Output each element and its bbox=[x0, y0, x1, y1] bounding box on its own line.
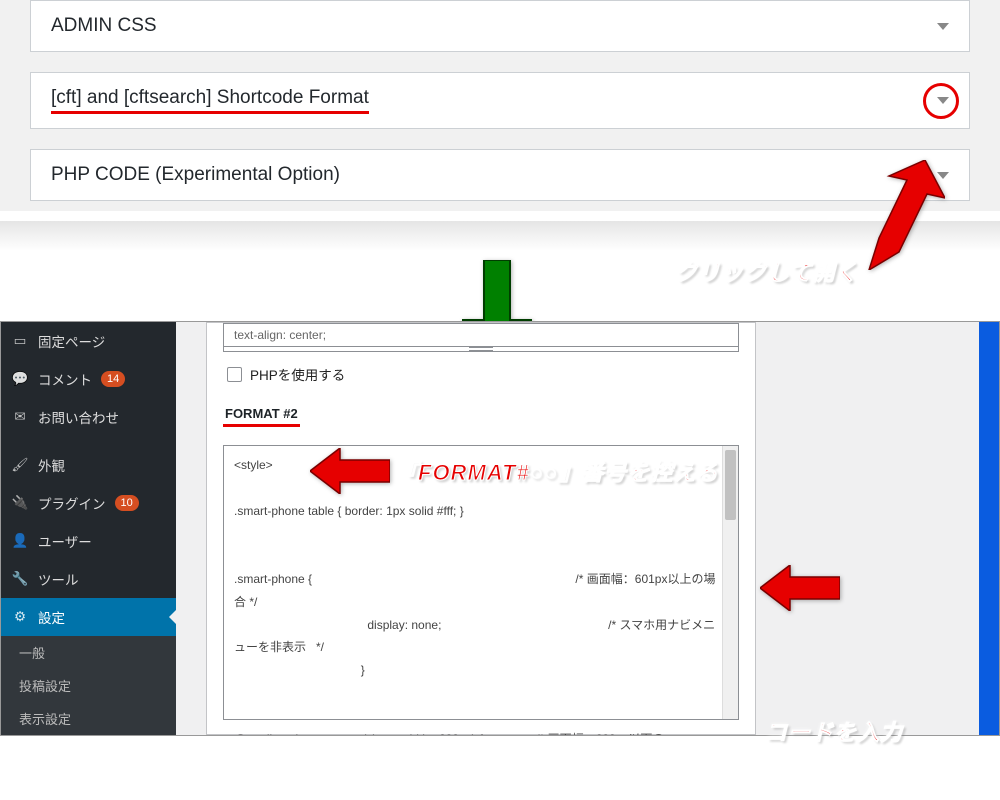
chevron-down-icon bbox=[937, 97, 949, 104]
mail-icon: ✉ bbox=[11, 408, 29, 426]
arrow-callout-icon bbox=[855, 160, 945, 275]
checkbox-icon[interactable] bbox=[227, 367, 242, 382]
sidebar-item-label: 固定ページ bbox=[38, 331, 105, 351]
sidebar-item-label: プラグイン bbox=[38, 493, 106, 513]
comment-icon: 💬 bbox=[11, 370, 29, 388]
arrow-callout-icon bbox=[310, 448, 390, 499]
wp-sidebar: ▭ 固定ページ 💬 コメント 14 ✉ お問い合わせ 🖌 外観 bbox=[1, 322, 176, 735]
accordion-php-code[interactable]: PHP CODE (Experimental Option) bbox=[30, 149, 970, 201]
accordion-admin-css[interactable]: ADMIN CSS bbox=[30, 0, 970, 52]
code-content: <style> .smart-phone table { border: 1px… bbox=[224, 446, 738, 736]
sidebar-item-settings[interactable]: ⚙ 設定 bbox=[1, 598, 176, 636]
sidebar-item-label: コメント bbox=[38, 369, 92, 389]
annotation-click-open: クリックして開く bbox=[675, 255, 858, 287]
sidebar-item-label: お問い合わせ bbox=[38, 407, 119, 427]
submenu-item[interactable]: ディスカッション bbox=[1, 735, 176, 736]
submenu-item[interactable]: 表示設定 bbox=[1, 702, 176, 735]
scrollbar[interactable] bbox=[722, 446, 738, 719]
section-divider bbox=[0, 221, 1000, 251]
arrow-callout-icon bbox=[760, 565, 840, 616]
accordion-title: PHP CODE (Experimental Option) bbox=[51, 164, 340, 186]
annotation-code-input: コードを入力 bbox=[765, 715, 903, 747]
annotation-format-number: 『FORMAT#○○』番号を控える bbox=[395, 455, 719, 487]
user-icon: 👤 bbox=[11, 532, 29, 550]
submenu-item[interactable]: 投稿設定 bbox=[1, 669, 176, 702]
wp-admin-panel: ▭ 固定ページ 💬 コメント 14 ✉ お問い合わせ 🖌 外観 bbox=[0, 321, 1000, 736]
plugin-icon: 🔌 bbox=[11, 494, 29, 512]
sidebar-item-label: ユーザー bbox=[38, 531, 92, 551]
sidebar-item-label: 設定 bbox=[38, 607, 65, 627]
previous-textarea-tail[interactable]: text-align: center; bbox=[223, 323, 739, 346]
chevron-down-icon bbox=[937, 23, 949, 30]
use-php-checkbox-row[interactable]: PHPを使用する bbox=[223, 352, 739, 402]
submenu-item[interactable]: 一般 bbox=[1, 636, 176, 669]
tool-icon: 🔧 bbox=[11, 570, 29, 588]
settings-icon: ⚙ bbox=[11, 608, 29, 626]
sidebar-item-plugins[interactable]: 🔌 プラグイン 10 bbox=[1, 484, 176, 522]
sidebar-item-users[interactable]: 👤 ユーザー bbox=[1, 522, 176, 560]
sidebar-item-label: ツール bbox=[38, 569, 79, 589]
accordion-shortcode-format[interactable]: [cft] and [cftsearch] Shortcode Format bbox=[30, 72, 970, 129]
brush-icon: 🖌 bbox=[11, 456, 29, 474]
settings-submenu: 一般 投稿設定 表示設定 ディスカッション メディア パーマリンク bbox=[1, 636, 176, 736]
format-heading: FORMAT #2 bbox=[223, 406, 300, 427]
page-icon: ▭ bbox=[11, 332, 29, 350]
sidebar-item-tools[interactable]: 🔧 ツール bbox=[1, 560, 176, 598]
sidebar-item-contact[interactable]: ✉ お問い合わせ bbox=[1, 398, 176, 436]
count-badge: 14 bbox=[101, 371, 125, 387]
sidebar-item-label: 外観 bbox=[38, 455, 65, 475]
textarea-resize-handle[interactable] bbox=[223, 346, 739, 352]
count-badge: 10 bbox=[115, 495, 139, 511]
sidebar-item-pages[interactable]: ▭ 固定ページ bbox=[1, 322, 176, 360]
accordion-title: ADMIN CSS bbox=[51, 15, 157, 37]
settings-panel: text-align: center; PHPを使用する FORMAT #2 <… bbox=[206, 322, 756, 735]
sidebar-item-comments[interactable]: 💬 コメント 14 bbox=[1, 360, 176, 398]
accordion-title: [cft] and [cftsearch] Shortcode Format bbox=[51, 87, 369, 114]
scrollbar-thumb[interactable] bbox=[725, 450, 736, 520]
desktop-edge bbox=[979, 322, 999, 735]
checkbox-label: PHPを使用する bbox=[250, 364, 345, 384]
sidebar-item-appearance[interactable]: 🖌 外観 bbox=[1, 446, 176, 484]
